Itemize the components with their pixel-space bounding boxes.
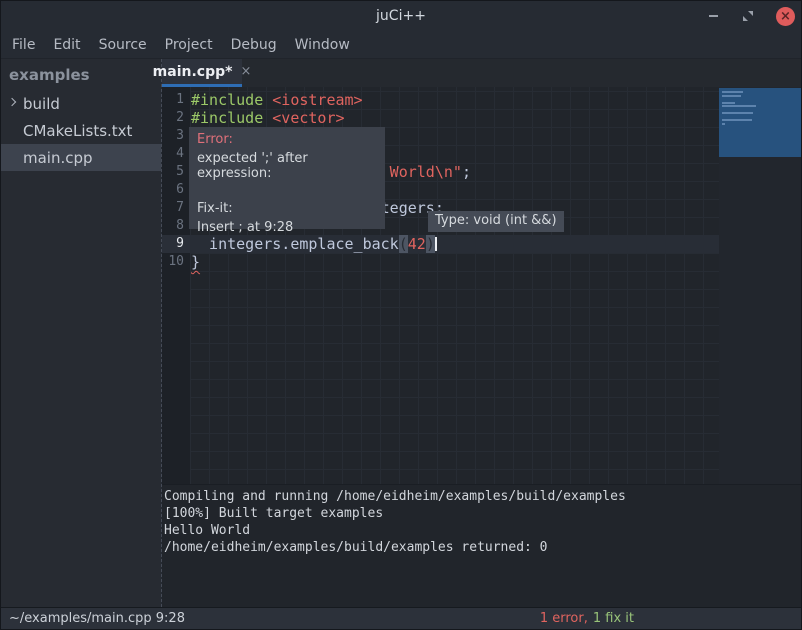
- line-number: 7: [162, 199, 190, 217]
- line-number: 6: [162, 181, 190, 199]
- tree-item-build[interactable]: build: [1, 90, 161, 117]
- menu-item-debug[interactable]: Debug: [222, 33, 286, 57]
- content: examples build CMakeLists.txt main.cpp mai…: [1, 59, 801, 607]
- code-segment: (: [399, 235, 408, 253]
- code-segment: ;: [462, 163, 471, 181]
- tree-item-cmakelists-txt[interactable]: CMakeLists.txt: [1, 117, 161, 144]
- statusbar: ~/examples/main.cpp 9:28 1 error, 1 fix …: [1, 607, 801, 629]
- close-button[interactable]: ×: [776, 7, 795, 26]
- status-diagnostics: 1 error, 1 fix it: [540, 608, 634, 629]
- tree-item-label: CMakeLists.txt: [23, 122, 132, 140]
- project-folder-label: examples: [1, 59, 161, 90]
- tabbar: main.cpp* ×: [162, 59, 801, 87]
- minimap-line: [722, 123, 725, 125]
- code-line-9[interactable]: integers.emplace_back(42): [190, 235, 719, 253]
- window-controls: ×: [706, 1, 795, 31]
- menu-item-project[interactable]: Project: [156, 33, 222, 57]
- menubar: FileEditSourceProjectDebugWindow: [1, 31, 801, 59]
- line-number: 10: [162, 253, 190, 271]
- line-number: 8: [162, 217, 190, 235]
- window-title: juCi++: [376, 8, 426, 24]
- code-line-1[interactable]: #include <iostream>: [190, 91, 719, 109]
- file-tree: build CMakeLists.txt main.cpp: [1, 90, 161, 171]
- titlebar: juCi++ ×: [1, 1, 801, 31]
- type-tooltip: Type: void (int &&): [428, 211, 564, 232]
- file-tree-panel: examples build CMakeLists.txt main.cpp: [1, 59, 161, 607]
- close-icon: ×: [780, 10, 791, 23]
- line-number: 5: [162, 163, 190, 181]
- terminal-line: Compiling and running /home/eidheim/exam…: [164, 488, 801, 505]
- text-cursor: [435, 237, 437, 251]
- code-segment: 42: [408, 235, 426, 253]
- chevron-right-icon[interactable]: [8, 99, 15, 106]
- minimap-line: [722, 91, 743, 93]
- status-error-count: 1 error,: [540, 611, 588, 626]
- status-file-location: ~/examples/main.cpp 9:28: [1, 611, 185, 626]
- tab-label: main.cpp*: [153, 64, 233, 80]
- editor-pane: main.cpp* × 12345678910 #include <iostre…: [161, 59, 801, 607]
- source-editor[interactable]: 12345678910 #include <iostream>#include …: [162, 87, 801, 484]
- code-segment: <vector>: [272, 109, 344, 127]
- error-tooltip-title: Error:: [197, 132, 377, 147]
- tab-close-icon[interactable]: ×: [240, 65, 251, 78]
- menu-item-source[interactable]: Source: [90, 33, 156, 57]
- line-number: 1: [162, 91, 190, 109]
- app-window: juCi++ × FileEditSourceProjectDebugWindo…: [0, 0, 802, 630]
- menu-item-file[interactable]: File: [3, 33, 44, 57]
- fixit-message: Insert ; at 9:28: [197, 220, 377, 235]
- minimap-line: [722, 102, 735, 104]
- line-number-gutter: 12345678910: [162, 87, 190, 484]
- code-segment: integers.emplace_back: [191, 235, 399, 253]
- status-fixit-count: 1 fix it: [593, 611, 634, 626]
- restore-icon: [743, 11, 753, 21]
- terminal-output[interactable]: Compiling and running /home/eidheim/exam…: [162, 484, 801, 607]
- terminal-line: [100%] Built target examples: [164, 505, 801, 522]
- error-tooltip: Error: expected ';' after expression: Fi…: [189, 127, 385, 229]
- code-segment: }: [191, 253, 200, 271]
- code-segment: #include: [191, 91, 272, 109]
- terminal-line: Hello World: [164, 522, 801, 539]
- code-line-10[interactable]: }: [190, 253, 719, 271]
- error-tooltip-message: expected ';' after expression:: [197, 151, 377, 181]
- tree-item-label: build: [23, 95, 60, 113]
- tab-main-cpp[interactable]: main.cpp* ×: [162, 59, 242, 87]
- tree-item-label: main.cpp: [23, 149, 93, 167]
- terminal-line: /home/eidheim/examples/build/examples re…: [164, 539, 801, 556]
- minimize-button[interactable]: [706, 9, 720, 23]
- minimap[interactable]: [719, 87, 801, 484]
- minimap-line: [722, 105, 756, 107]
- menu-item-window[interactable]: Window: [286, 33, 359, 57]
- minimap-viewport[interactable]: [719, 88, 801, 157]
- minimap-line: [722, 95, 741, 97]
- code-segment: <iostream>: [272, 91, 362, 109]
- menu-item-edit[interactable]: Edit: [44, 33, 89, 57]
- tree-item-main-cpp[interactable]: main.cpp: [1, 144, 161, 171]
- code-segment: ): [426, 235, 435, 253]
- line-number: 2: [162, 109, 190, 127]
- code-line-2[interactable]: #include <vector>: [190, 109, 719, 127]
- restore-button[interactable]: [741, 9, 755, 23]
- minimize-icon: [709, 15, 718, 17]
- code-segment: #include: [191, 109, 272, 127]
- minimap-line: [722, 119, 752, 121]
- line-number: 9: [162, 235, 190, 253]
- fixit-title: Fix-it:: [197, 201, 377, 216]
- line-number: 4: [162, 145, 190, 163]
- minimap-line: [722, 112, 753, 114]
- line-number: 3: [162, 127, 190, 145]
